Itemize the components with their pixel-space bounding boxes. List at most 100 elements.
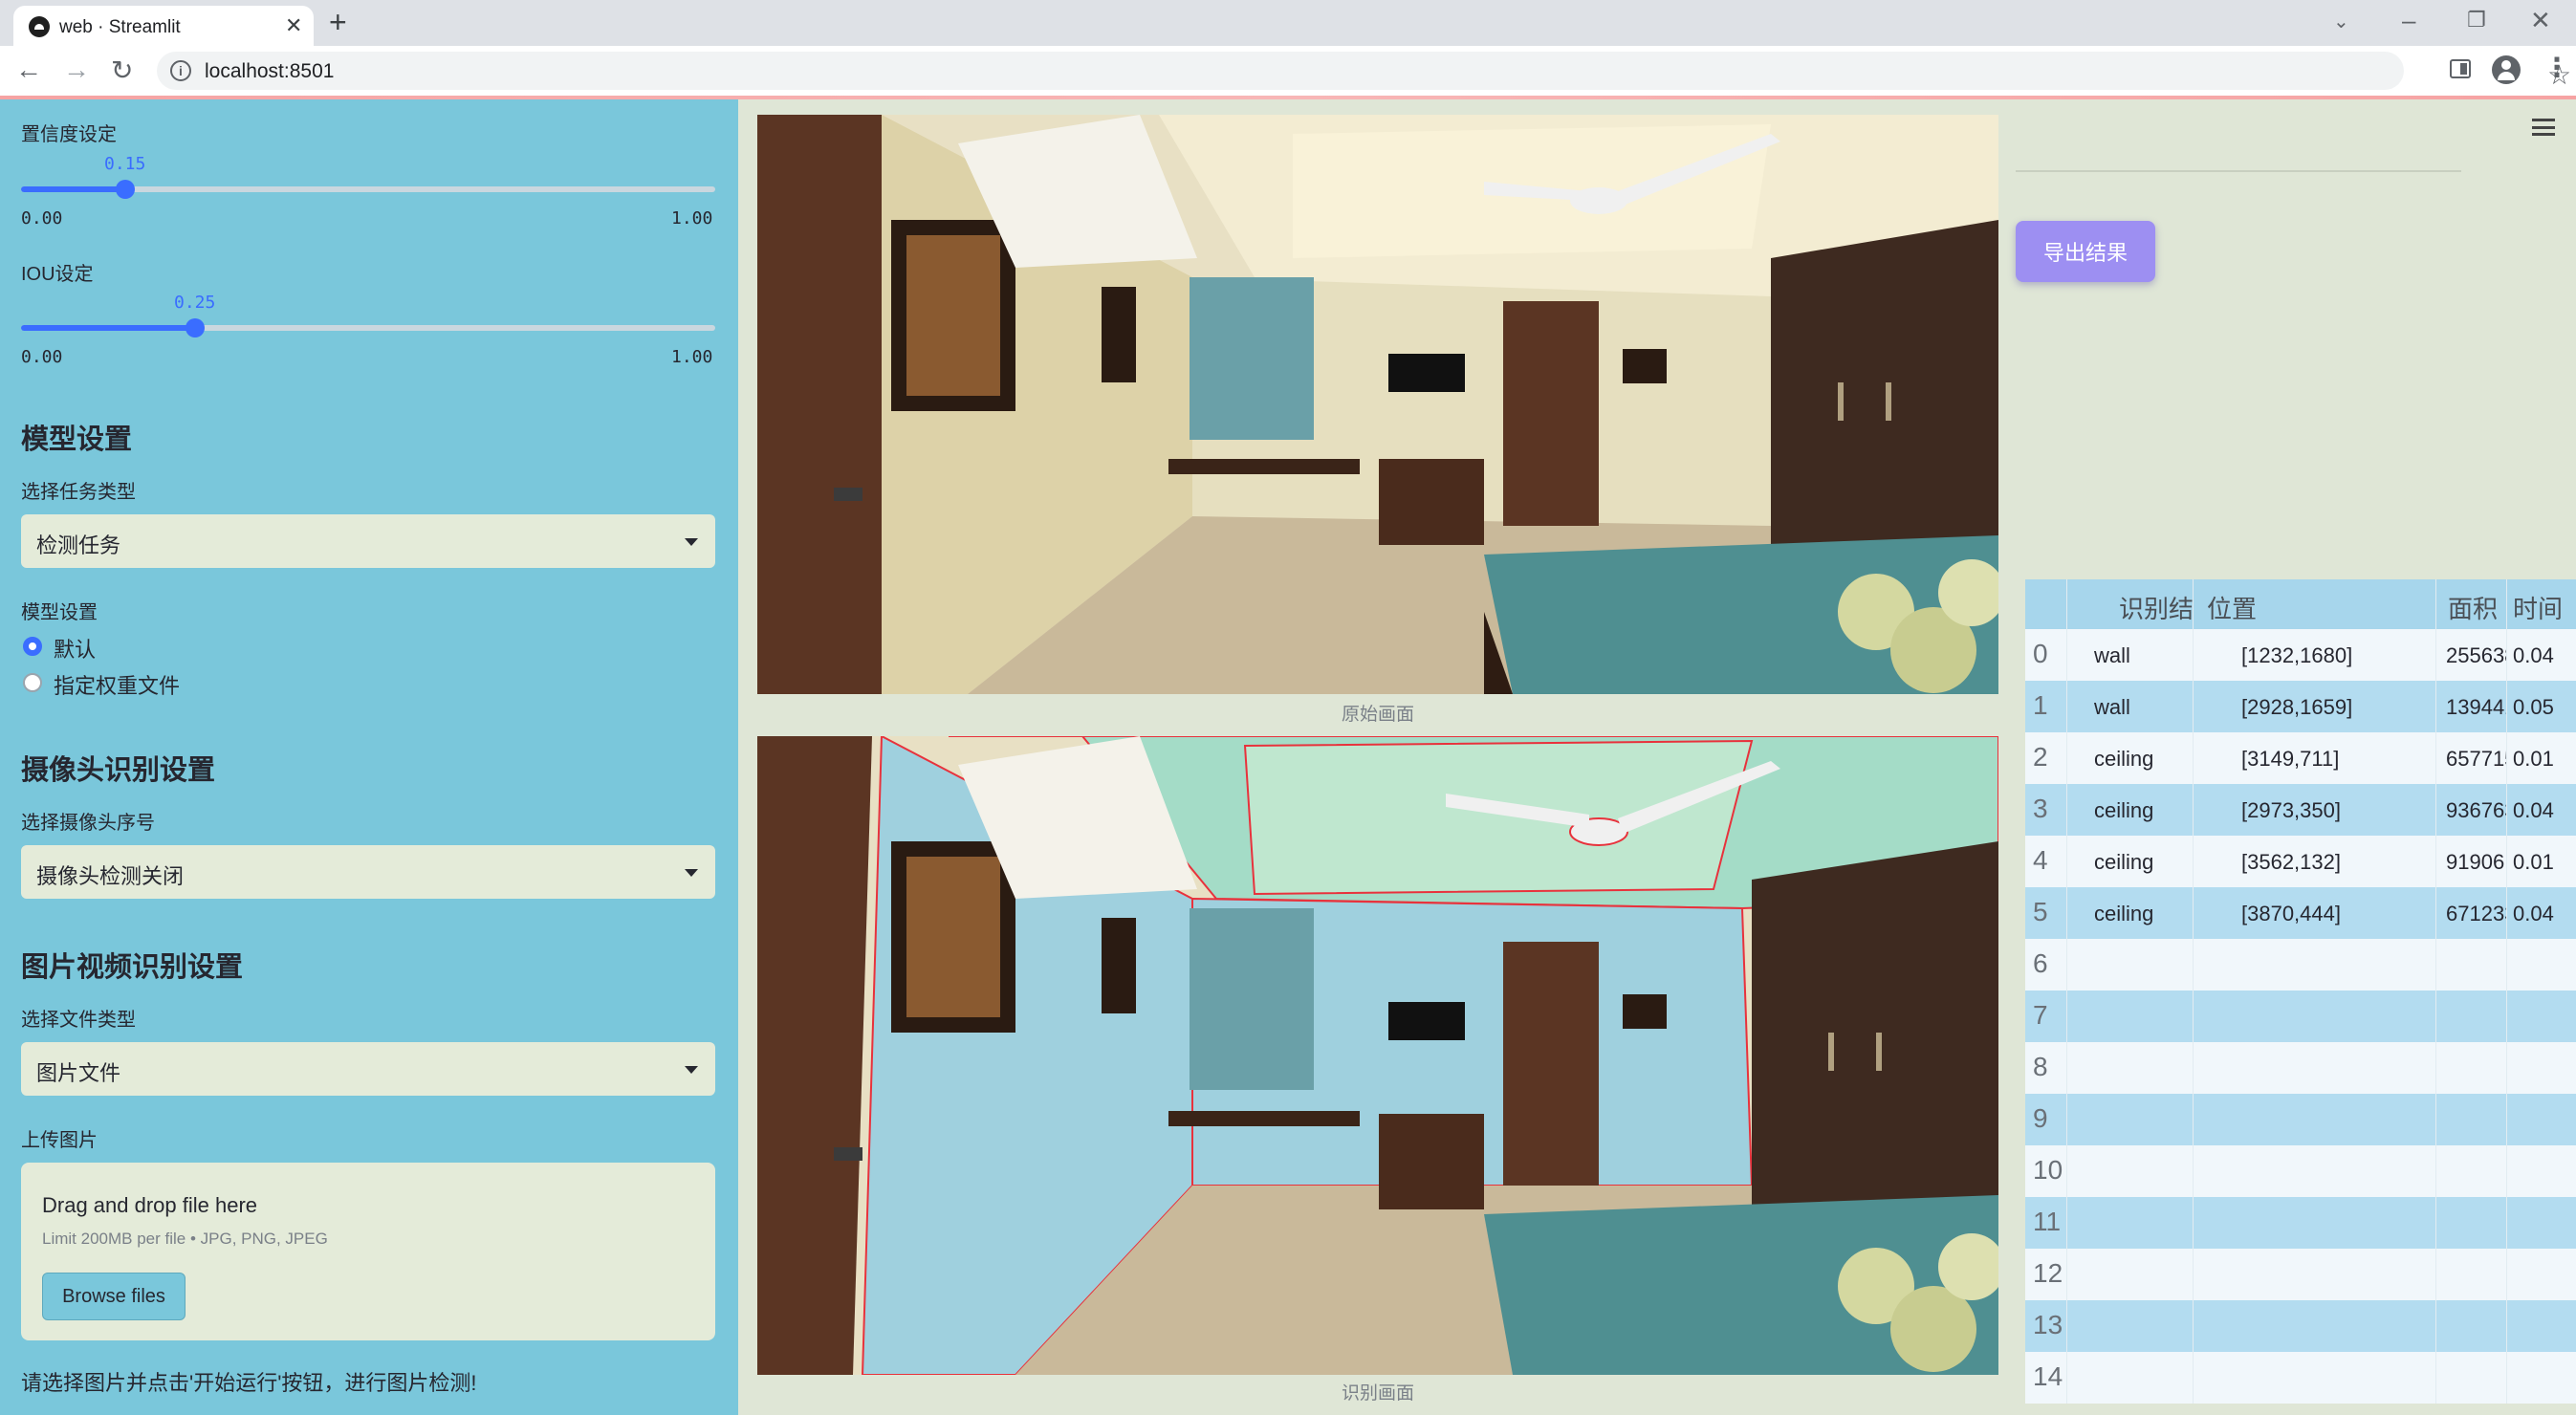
row-result — [2067, 1300, 2194, 1352]
task-type-label: 选择任务类型 — [21, 482, 136, 503]
file-uploader-dropzone[interactable]: Drag and drop file here Limit 200MB per … — [21, 1163, 715, 1340]
upload-label: 上传图片 — [21, 1130, 98, 1151]
tab-close-icon[interactable]: ✕ — [285, 13, 302, 38]
row-index: 5 — [2025, 887, 2067, 939]
header-area[interactable]: 面积 — [2436, 579, 2507, 629]
table-row[interactable]: 9 — [2025, 1094, 2576, 1145]
row-time: 0.01 — [2513, 747, 2554, 771]
row-area — [2436, 1197, 2507, 1249]
table-row[interactable]: 6 — [2025, 939, 2576, 990]
forward-arrow-icon[interactable]: → — [63, 54, 90, 85]
table-row[interactable]: 7 — [2025, 990, 2576, 1042]
header-result[interactable]: 识别结果 — [2067, 579, 2194, 629]
dropzone-limit: Limit 200MB per file • JPG, PNG, JPEG — [42, 1230, 328, 1248]
row-result: ceiling — [2067, 732, 2194, 784]
header-time[interactable]: 时间 — [2507, 579, 2576, 629]
table-row[interactable]: 1wall[2928,1659]13944190.05 — [2025, 681, 2576, 732]
browser-tab-bar: web · Streamlit ✕ + ⌄ – ❐ ✕ — [0, 0, 2576, 46]
row-area — [2436, 1249, 2507, 1300]
table-row[interactable]: 10 — [2025, 1145, 2576, 1197]
table-row[interactable]: 12 — [2025, 1249, 2576, 1300]
row-time — [2507, 1094, 2576, 1145]
row-area: 2556383 — [2436, 629, 2507, 681]
camera-index-select[interactable]: 摄像头检测关闭 — [21, 845, 715, 899]
confidence-slider-fill — [21, 186, 125, 192]
browse-files-button[interactable]: Browse files — [42, 1273, 186, 1320]
row-index: 4 — [2025, 836, 2067, 887]
model-settings-heading: 模型设置 — [21, 424, 133, 455]
row-result — [2067, 939, 2194, 990]
side-panel-icon[interactable] — [2450, 59, 2471, 78]
bedroom-scene-detected — [757, 736, 1998, 1375]
row-area: 936763 — [2436, 784, 2507, 836]
reload-icon[interactable]: ↻ — [111, 54, 133, 86]
row-time — [2507, 1249, 2576, 1300]
url-text[interactable]: localhost:8501 — [205, 60, 334, 83]
radio-default-label: 默认 — [54, 638, 97, 662]
row-position — [2194, 1042, 2436, 1094]
radio-checked-icon[interactable] — [23, 637, 42, 656]
row-result: wall — [2067, 629, 2194, 681]
table-row[interactable]: 4 ceiling [3562,132] 91906 0.01 — [2025, 836, 2576, 887]
camera-index-label: 选择摄像头序号 — [21, 813, 155, 834]
iou-label: IOU设定 — [21, 264, 94, 285]
divider — [2016, 170, 2461, 172]
table-row[interactable]: 8 — [2025, 1042, 2576, 1094]
file-type-select[interactable]: 图片文件 — [21, 1042, 715, 1096]
profile-avatar-icon[interactable] — [2492, 55, 2521, 84]
row-index: 6 — [2025, 939, 2067, 990]
window-minimize-icon[interactable]: – — [2402, 6, 2415, 35]
row-time: 0.01 — [2513, 850, 2554, 874]
chevron-down-icon — [685, 869, 698, 877]
window-close-icon[interactable]: ✕ — [2530, 6, 2551, 35]
row-index: 13 — [2025, 1300, 2067, 1352]
row-area: 1394419 — [2436, 681, 2507, 732]
row-position — [2194, 990, 2436, 1042]
header-index[interactable] — [2025, 579, 2067, 629]
row-result — [2067, 990, 2194, 1042]
window-restore-icon[interactable]: ❐ — [2467, 8, 2486, 33]
original-image-caption: 原始画面 — [1341, 705, 1414, 725]
export-results-button[interactable]: 导出结果 — [2016, 221, 2155, 282]
new-tab-button[interactable]: + — [329, 5, 347, 40]
table-row[interactable]: 14 — [2025, 1352, 2576, 1404]
row-position — [2194, 1145, 2436, 1197]
table-row[interactable]: 0wall[1232,1680]25563830.04 — [2025, 629, 2576, 681]
iou-slider-thumb[interactable] — [186, 318, 205, 337]
row-time: 0.04 — [2513, 902, 2554, 925]
confidence-slider[interactable] — [21, 180, 715, 199]
task-type-select[interactable]: 检测任务 — [21, 514, 715, 568]
confidence-slider-thumb[interactable] — [116, 180, 135, 199]
model-label: 模型设置 — [21, 602, 98, 623]
table-row[interactable]: 2ceiling[3149,711]6577150.01 — [2025, 732, 2576, 784]
row-index: 9 — [2025, 1094, 2067, 1145]
browser-tab[interactable]: web · Streamlit ✕ — [13, 6, 314, 46]
table-row[interactable]: 11 — [2025, 1197, 2576, 1249]
iou-slider[interactable] — [21, 318, 715, 337]
header-position[interactable]: 位置 — [2194, 579, 2436, 629]
task-type-value: 检测任务 — [36, 533, 121, 557]
confidence-value: 0.15 — [104, 154, 146, 174]
row-result: wall — [2067, 681, 2194, 732]
camera-index-value: 摄像头检测关闭 — [36, 864, 185, 888]
tab-search-chevron-icon[interactable]: ⌄ — [2333, 10, 2349, 33]
row-area: 671233 — [2436, 887, 2507, 939]
browser-menu-icon[interactable]: ⋮ — [2543, 52, 2570, 83]
back-arrow-icon[interactable]: ← — [15, 54, 42, 85]
table-row[interactable]: 3ceiling[2973,350]9367630.04 — [2025, 784, 2576, 836]
site-info-icon[interactable]: i — [170, 60, 191, 81]
address-bar[interactable]: i localhost:8501 ☆ — [157, 52, 2571, 90]
row-position — [2194, 1300, 2436, 1352]
row-position — [2194, 1094, 2436, 1145]
row-area — [2436, 1352, 2507, 1404]
table-row[interactable]: 5ceiling[3870,444]671233 0.04 — [2025, 887, 2576, 939]
confidence-label: 置信度设定 — [21, 124, 117, 145]
row-position: [3562,132] — [2194, 836, 2436, 887]
original-image — [757, 115, 1998, 694]
row-result — [2067, 1094, 2194, 1145]
table-row[interactable]: 13 — [2025, 1300, 2576, 1352]
hamburger-menu-icon[interactable] — [2532, 119, 2555, 136]
dropzone-title: Drag and drop file here — [42, 1193, 258, 1217]
radio-unchecked-icon[interactable] — [23, 673, 42, 692]
bedroom-scene-original — [757, 115, 1998, 694]
